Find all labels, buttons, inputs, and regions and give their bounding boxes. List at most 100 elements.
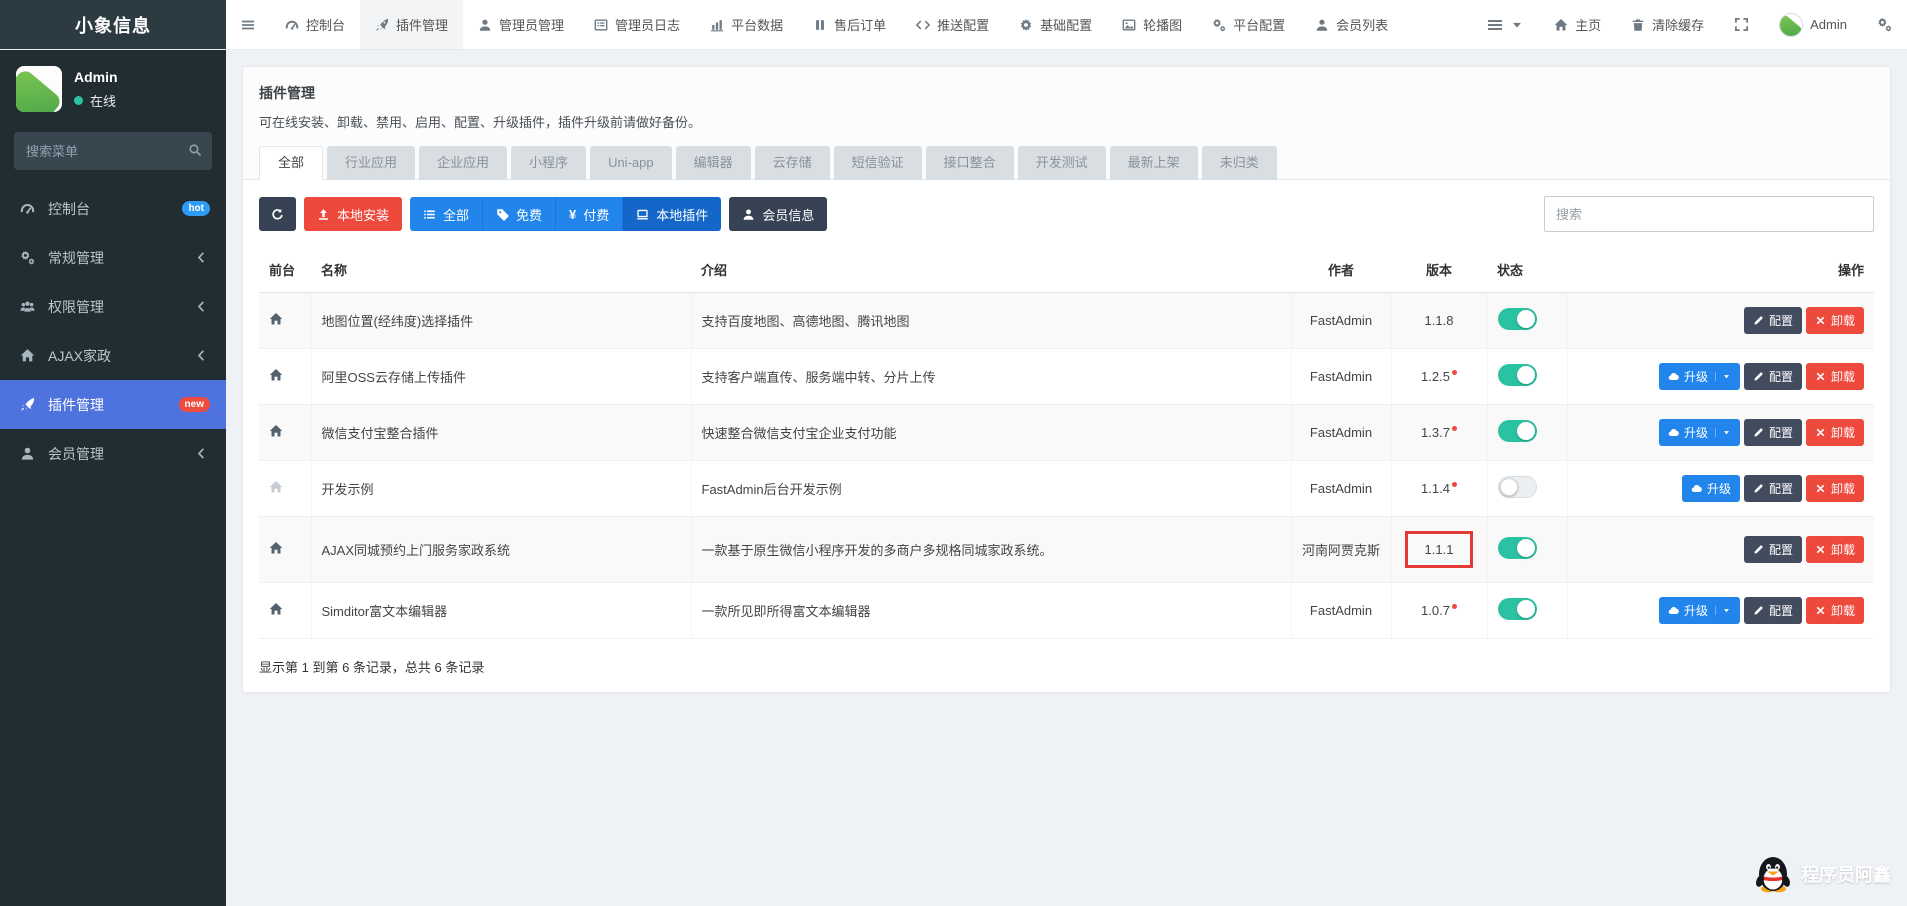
filter-button-0[interactable]: 全部 (410, 197, 483, 231)
nav-clear-cache[interactable]: 清除缓存 (1616, 0, 1719, 49)
main-content[interactable]: 插件管理 可在线安装、卸载、禁用、启用、配置、升级插件，插件升级前请做好备份。 … (226, 50, 1907, 906)
yen-icon: ¥ (569, 207, 576, 222)
nav-item-9[interactable]: 平台配置 (1197, 0, 1300, 49)
gauge-icon (285, 18, 299, 32)
upgrade-button[interactable]: 升级 (1659, 363, 1740, 390)
status-toggle[interactable] (1498, 476, 1537, 498)
tab-7[interactable]: 短信验证 (834, 146, 922, 180)
upgrade-label: 升级 (1684, 368, 1708, 385)
nav-item-10[interactable]: 会员列表 (1300, 0, 1403, 49)
plugin-author: 河南阿贾克斯 (1291, 517, 1391, 583)
sidebar-item-1[interactable]: 常规管理 (0, 233, 226, 282)
nav-item-3[interactable]: 管理员日志 (579, 0, 695, 49)
config-button[interactable]: 配置 (1744, 475, 1802, 502)
refresh-icon (271, 208, 284, 221)
nav-home[interactable]: 主页 (1539, 0, 1616, 49)
cloud-icon (1691, 483, 1702, 494)
caret-down-icon (1715, 606, 1731, 615)
config-button[interactable]: 配置 (1744, 363, 1802, 390)
status-toggle[interactable] (1498, 364, 1537, 386)
refresh-button[interactable] (259, 197, 296, 231)
tab-10[interactable]: 最新上架 (1110, 146, 1198, 180)
nav-home-label: 主页 (1575, 15, 1601, 34)
tab-2[interactable]: 企业应用 (419, 146, 507, 180)
nav-user-dropdown[interactable]: Admin (1764, 0, 1862, 49)
status-toggle[interactable] (1498, 308, 1537, 330)
config-button[interactable]: 配置 (1744, 597, 1802, 624)
nav-item-0[interactable]: 控制台 (270, 0, 360, 49)
trash-icon (1631, 18, 1645, 32)
filter-label: 付费 (583, 205, 609, 224)
upgrade-button[interactable]: 升级 (1682, 475, 1740, 502)
sidebar-item-0[interactable]: 控制台hot (0, 184, 226, 233)
tab-0[interactable]: 全部 (259, 146, 323, 180)
tab-5[interactable]: 编辑器 (676, 146, 751, 180)
version-highlight-box: 1.1.1 (1405, 531, 1474, 568)
uninstall-button[interactable]: 卸载 (1806, 536, 1864, 563)
filter-button-1[interactable]: 免费 (483, 197, 556, 231)
plugin-version: 1.0.7 (1391, 583, 1487, 639)
avatar (1779, 13, 1803, 37)
status-toggle[interactable] (1498, 598, 1537, 620)
status-toggle[interactable] (1498, 537, 1537, 559)
local-install-button[interactable]: 本地安装 (304, 197, 402, 231)
nav-item-8[interactable]: 轮播图 (1107, 0, 1197, 49)
sidebar-toggle-button[interactable] (226, 0, 270, 49)
home-icon (18, 348, 36, 363)
sidebar-item-5[interactable]: 会员管理 (0, 429, 226, 478)
member-info-button[interactable]: 会员信息 (729, 197, 827, 231)
nav-item-6[interactable]: 推送配置 (901, 0, 1004, 49)
tab-6[interactable]: 云存储 (755, 146, 830, 180)
nav-item-5[interactable]: 售后订单 (798, 0, 901, 49)
uninstall-button[interactable]: 卸载 (1806, 307, 1864, 334)
column-header-4: 版本 (1391, 247, 1487, 293)
pencil-icon (1753, 483, 1764, 494)
nav-fullscreen[interactable] (1719, 0, 1764, 49)
x-icon (1815, 483, 1826, 494)
record-summary: 显示第 1 到第 6 条记录，总共 6 条记录 (259, 657, 1874, 676)
uninstall-button[interactable]: 卸载 (1806, 363, 1864, 390)
nav-settings[interactable] (1862, 0, 1907, 49)
plugin-search-input[interactable] (1544, 196, 1874, 232)
column-header-0: 前台 (259, 247, 311, 293)
tab-3[interactable]: 小程序 (511, 146, 586, 180)
upgrade-button[interactable]: 升级 (1659, 419, 1740, 446)
upgrade-button[interactable]: 升级 (1659, 597, 1740, 624)
update-dot-icon (1452, 370, 1457, 375)
tab-11[interactable]: 未归类 (1202, 146, 1277, 180)
sidebar-item-2[interactable]: 权限管理 (0, 282, 226, 331)
nav-item-4[interactable]: 平台数据 (695, 0, 798, 49)
nav-menu-dropdown[interactable] (1472, 0, 1539, 49)
menu-search-input[interactable] (14, 132, 212, 170)
pencil-icon (1753, 605, 1764, 616)
tab-9[interactable]: 开发测试 (1018, 146, 1106, 180)
tab-4[interactable]: Uni-app (590, 146, 672, 180)
uninstall-button[interactable]: 卸载 (1806, 597, 1864, 624)
config-button[interactable]: 配置 (1744, 536, 1802, 563)
nav-item-1[interactable]: 插件管理 (360, 0, 463, 49)
nav-item-7[interactable]: 基础配置 (1004, 0, 1107, 49)
plugin-panel: 插件管理 可在线安装、卸载、禁用、启用、配置、升级插件，插件升级前请做好备份。 … (242, 66, 1891, 693)
plugin-author: FastAdmin (1291, 461, 1391, 517)
nav-item-label: 控制台 (306, 15, 345, 34)
uninstall-button[interactable]: 卸载 (1806, 419, 1864, 446)
sidebar-item-3[interactable]: AJAX家政 (0, 331, 226, 380)
upgrade-label: 升级 (1707, 480, 1731, 497)
cloud-icon (1668, 605, 1679, 616)
chart-icon (710, 18, 724, 32)
config-button[interactable]: 配置 (1744, 307, 1802, 334)
status-toggle[interactable] (1498, 420, 1537, 442)
filter-button-2[interactable]: ¥ 付费 (556, 197, 623, 231)
sidebar-user-status-label: 在线 (90, 91, 116, 110)
sidebar-item-4[interactable]: 插件管理new (0, 380, 226, 429)
uninstall-button[interactable]: 卸载 (1806, 475, 1864, 502)
update-dot-icon (1452, 604, 1457, 609)
column-header-5: 状态 (1487, 247, 1567, 293)
nav-item-2[interactable]: 管理员管理 (463, 0, 579, 49)
tab-8[interactable]: 接口整合 (926, 146, 1014, 180)
tab-1[interactable]: 行业应用 (327, 146, 415, 180)
filter-button-3[interactable]: 本地插件 (623, 197, 721, 231)
caret-down-icon (1510, 18, 1524, 32)
config-button[interactable]: 配置 (1744, 419, 1802, 446)
caret-down-icon (1715, 372, 1731, 381)
